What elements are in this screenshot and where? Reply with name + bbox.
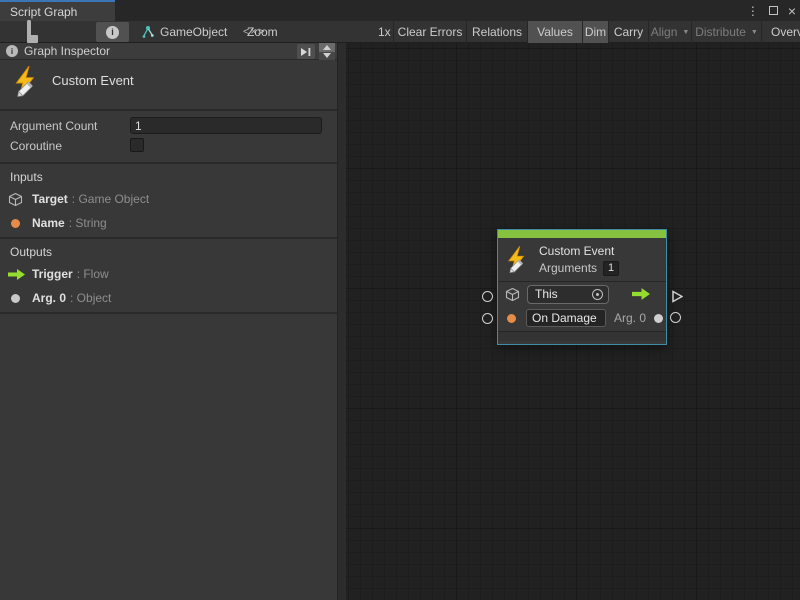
input-port-target[interactable] — [482, 291, 493, 302]
chevron-down-icon: ▼ — [682, 29, 689, 36]
scroll-down-icon[interactable] — [319, 52, 335, 61]
arguments-label: Arguments — [539, 261, 597, 275]
output-port-arg0[interactable] — [670, 312, 681, 323]
argument-count-label: Argument Count — [10, 119, 97, 133]
object-port-icon — [11, 294, 20, 303]
graph-toolbar: i <×> GameObject Zoom 1x Clear Errors — [0, 21, 800, 43]
input-name-type: : String — [69, 216, 107, 230]
maximize-icon[interactable] — [769, 6, 778, 15]
output-trigger-type: : Flow — [77, 267, 109, 281]
output-port-trigger[interactable] — [671, 290, 683, 308]
string-port-icon — [507, 314, 516, 323]
info-icon: i — [106, 26, 119, 39]
dock-panel-icon[interactable] — [297, 44, 315, 59]
node-row-target: This — [498, 282, 666, 306]
coroutine-checkbox[interactable] — [130, 138, 144, 152]
chevron-down-icon: ▼ — [751, 29, 758, 36]
values-toggle-button[interactable]: Values — [527, 21, 582, 43]
clear-errors-button[interactable]: Clear Errors — [393, 21, 466, 43]
unity-script-graph-window: Script Graph ⋮ × i <×> GameObject — [0, 0, 800, 600]
graph-inspector-header: i Graph Inspector — [0, 43, 337, 60]
relations-button[interactable]: Relations — [466, 21, 527, 43]
arguments-count-field[interactable]: 1 — [603, 261, 619, 276]
tab-label: Script Graph — [10, 5, 77, 19]
node-header[interactable]: Custom Event Arguments 1 — [498, 238, 666, 282]
overview-button[interactable]: Overview — [761, 21, 800, 43]
inspector-unit-title: Custom Event — [52, 73, 134, 88]
target-value: This — [535, 287, 592, 301]
inputs-heading: Inputs — [10, 170, 43, 184]
outputs-heading: Outputs — [10, 245, 52, 259]
panel-scroll-spinner — [319, 43, 335, 60]
lock-icon[interactable] — [27, 21, 38, 43]
node-row-name: Arg. 0 — [498, 306, 666, 330]
gameobject-reference[interactable]: GameObject — [141, 21, 227, 43]
target-object-dropdown[interactable]: This — [527, 285, 609, 304]
flow-arrow-icon — [632, 288, 650, 300]
panel-divider[interactable] — [337, 43, 346, 600]
tab-script-graph[interactable]: Script Graph — [0, 0, 115, 21]
custom-event-node[interactable]: Custom Event Arguments 1 This Arg. 0 — [497, 229, 667, 345]
distribute-dropdown[interactable]: Distribute ▼ — [691, 21, 761, 43]
input-port-name[interactable] — [482, 313, 493, 324]
input-name-name: Name — [32, 216, 65, 230]
input-row-name: Name : String — [8, 215, 328, 231]
object-picker-icon[interactable] — [592, 289, 603, 300]
custom-event-icon — [12, 66, 42, 98]
zoom-label: Zoom — [247, 21, 278, 43]
output-trigger-name: Trigger — [32, 267, 73, 281]
title-bar: Script Graph ⋮ × — [0, 0, 800, 21]
align-dropdown[interactable]: Align ▼ — [648, 21, 691, 43]
output-row-arg0: Arg. 0 : Object — [8, 290, 328, 306]
gameobject-label: GameObject — [160, 25, 227, 39]
node-title: Custom Event — [539, 244, 619, 258]
output-arg0-name: Arg. 0 — [32, 291, 66, 305]
info-icon: i — [6, 45, 18, 57]
close-icon[interactable]: × — [788, 4, 796, 18]
window-controls: ⋮ × — [747, 0, 796, 21]
argument-count-input[interactable] — [130, 117, 322, 134]
input-target-type: : Game Object — [72, 192, 149, 206]
window-menu-icon[interactable]: ⋮ — [747, 5, 759, 17]
arg0-output-dot — [654, 314, 663, 323]
custom-event-icon — [505, 246, 531, 274]
output-arg0-type: : Object — [70, 291, 111, 305]
graph-inspector-title: Graph Inspector — [24, 44, 110, 58]
cube-icon — [505, 287, 520, 302]
zoom-value: 1x — [378, 21, 391, 43]
carry-toggle-button[interactable]: Carry — [608, 21, 648, 43]
node-footer — [498, 331, 666, 341]
input-target-name: Target — [32, 192, 68, 206]
output-row-trigger: Trigger : Flow — [8, 266, 328, 282]
string-port-icon — [11, 219, 20, 228]
cube-icon — [8, 192, 23, 207]
event-name-input[interactable] — [526, 309, 606, 327]
arg0-label: Arg. 0 — [614, 311, 646, 325]
scroll-up-icon[interactable] — [319, 43, 335, 52]
input-row-target: Target : Game Object — [8, 191, 328, 207]
event-color-bar — [498, 230, 666, 238]
coroutine-label: Coroutine — [10, 139, 62, 153]
dim-toggle-button[interactable]: Dim — [582, 21, 608, 43]
graph-inspector-panel: i Graph Inspector Custom Event — [0, 43, 337, 600]
inspector-toggle-button[interactable]: i — [96, 22, 129, 42]
gameobject-icon — [141, 25, 155, 39]
trigger-port-triangle-icon — [671, 290, 683, 303]
flow-arrow-icon — [8, 269, 25, 280]
